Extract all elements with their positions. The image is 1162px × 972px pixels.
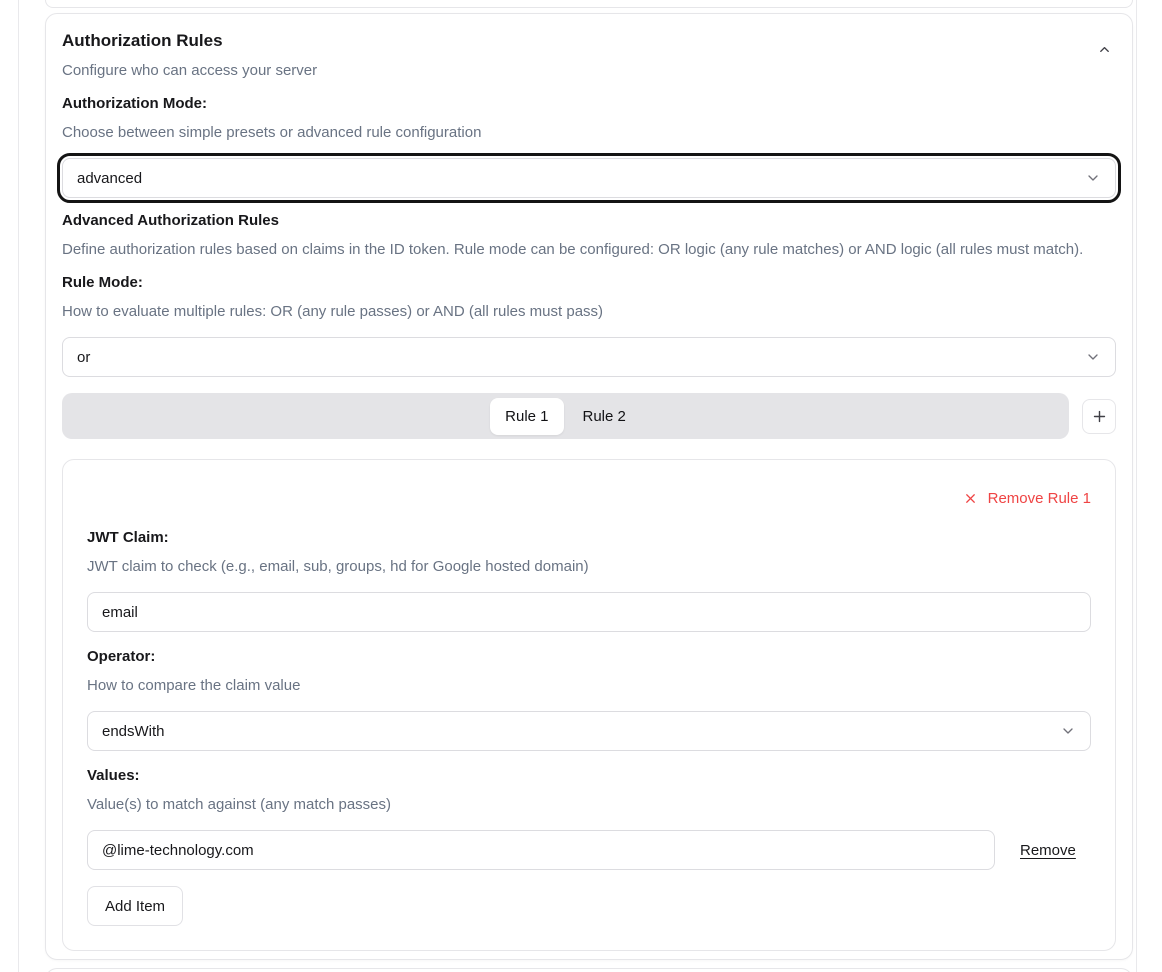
chevron-up-icon [1097, 42, 1112, 57]
value-input[interactable] [87, 830, 995, 870]
section-subtitle: Configure who can access your server [62, 60, 317, 81]
jwt-claim-description: JWT claim to check (e.g., email, sub, gr… [87, 556, 1091, 577]
previous-card-edge [45, 0, 1133, 8]
authorization-mode-label: Authorization Mode: [62, 93, 1116, 114]
chevron-down-icon [1085, 170, 1101, 186]
collapse-section-button[interactable] [1093, 38, 1116, 61]
plus-icon [1091, 408, 1108, 425]
operator-label: Operator: [87, 646, 1091, 667]
rule-editor-card: Remove Rule 1 JWT Claim: JWT claim to ch… [62, 459, 1116, 951]
remove-rule-button[interactable]: Remove Rule 1 [963, 490, 1091, 507]
settings-card-stack: Authorization Rules Configure who can ac… [45, 0, 1133, 972]
card-header-text: Authorization Rules Configure who can ac… [62, 30, 317, 81]
tab-rule-2[interactable]: Rule 2 [568, 398, 641, 435]
operator-description: How to compare the claim value [87, 675, 1091, 696]
jwt-claim-label: JWT Claim: [87, 527, 1091, 548]
remove-rule-row: Remove Rule 1 [87, 490, 1091, 507]
authorization-mode-selected-value: advanced [77, 170, 142, 187]
advanced-rules-description: Define authorization rules based on clai… [62, 239, 1116, 260]
rule-mode-label: Rule Mode: [62, 272, 1116, 293]
x-icon [963, 491, 978, 506]
tab-rule-1[interactable]: Rule 1 [490, 398, 563, 435]
add-item-button[interactable]: Add Item [87, 886, 183, 926]
advanced-rules-heading: Advanced Authorization Rules [62, 210, 1116, 231]
remove-rule-label: Remove Rule 1 [988, 490, 1091, 507]
rule-mode-description: How to evaluate multiple rules: OR (any … [62, 301, 1116, 322]
next-card-edge [45, 968, 1133, 972]
authorization-rules-card: Authorization Rules Configure who can ac… [45, 13, 1133, 960]
jwt-claim-input[interactable] [87, 592, 1091, 632]
chevron-down-icon [1060, 723, 1076, 739]
chevron-down-icon [1085, 349, 1101, 365]
add-rule-button[interactable] [1082, 399, 1116, 434]
value-item-row: Remove [87, 830, 1091, 870]
operator-select[interactable]: endsWith [87, 711, 1091, 751]
operator-selected-value: endsWith [102, 723, 165, 740]
card-header: Authorization Rules Configure who can ac… [62, 30, 1116, 81]
section-title: Authorization Rules [62, 30, 317, 52]
authorization-mode-select[interactable]: advanced [62, 158, 1116, 198]
values-description: Value(s) to match against (any match pas… [87, 794, 1091, 815]
remove-value-button[interactable]: Remove [1020, 842, 1076, 859]
values-label: Values: [87, 765, 1091, 786]
rule-mode-select[interactable]: or [62, 337, 1116, 377]
rule-mode-selected-value: or [77, 349, 90, 366]
authorization-mode-description: Choose between simple presets or advance… [62, 122, 1116, 143]
rule-tabs-row: Rule 1 Rule 2 [62, 393, 1116, 439]
rule-tabs-list: Rule 1 Rule 2 [62, 393, 1069, 439]
